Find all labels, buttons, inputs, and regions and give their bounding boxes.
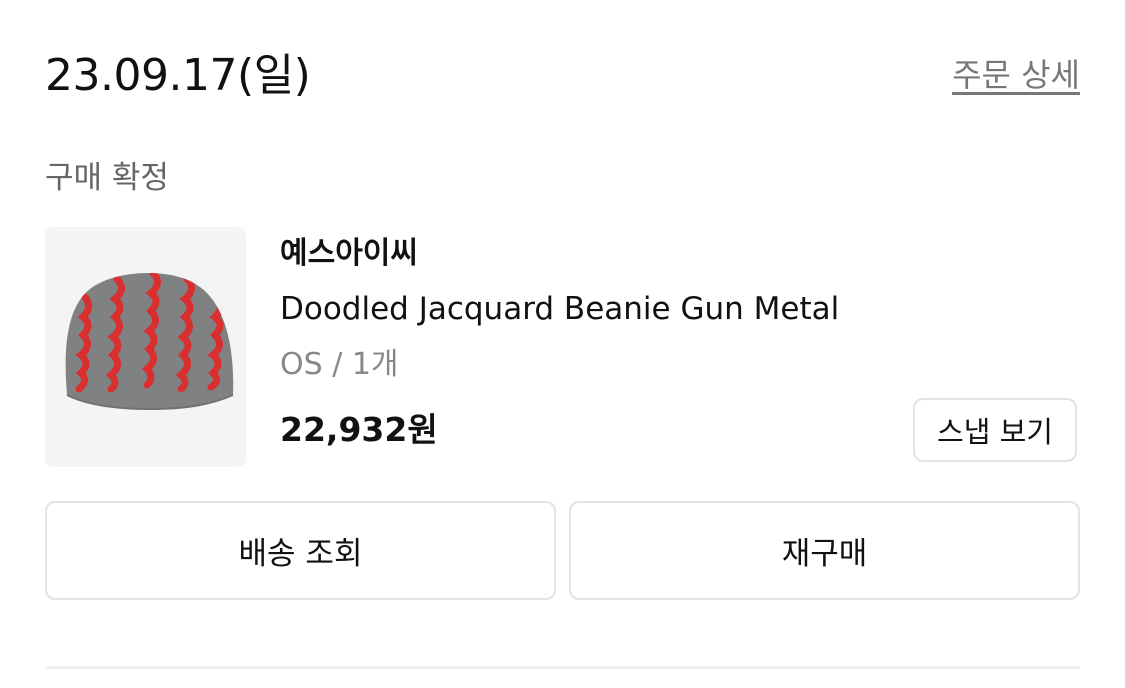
- product-option: OS / 1개: [280, 347, 399, 382]
- beanie-image: [65, 272, 234, 411]
- brand-name[interactable]: 예스아이씨: [280, 232, 418, 276]
- order-status: 구매 확정: [45, 160, 169, 196]
- product-price: 22,932원: [280, 410, 438, 449]
- track-delivery-button[interactable]: 배송 조회: [45, 501, 556, 600]
- section-divider: [45, 666, 1080, 669]
- order-detail-link[interactable]: 주문 상세: [952, 52, 1080, 98]
- product-thumbnail[interactable]: [45, 227, 246, 467]
- snap-view-button[interactable]: 스냅 보기: [913, 398, 1077, 462]
- order-date: 23.09.17(일): [45, 50, 311, 101]
- product-name[interactable]: Doodled Jacquard Beanie Gun Metal: [280, 287, 839, 331]
- rebuy-button[interactable]: 재구매: [569, 501, 1080, 600]
